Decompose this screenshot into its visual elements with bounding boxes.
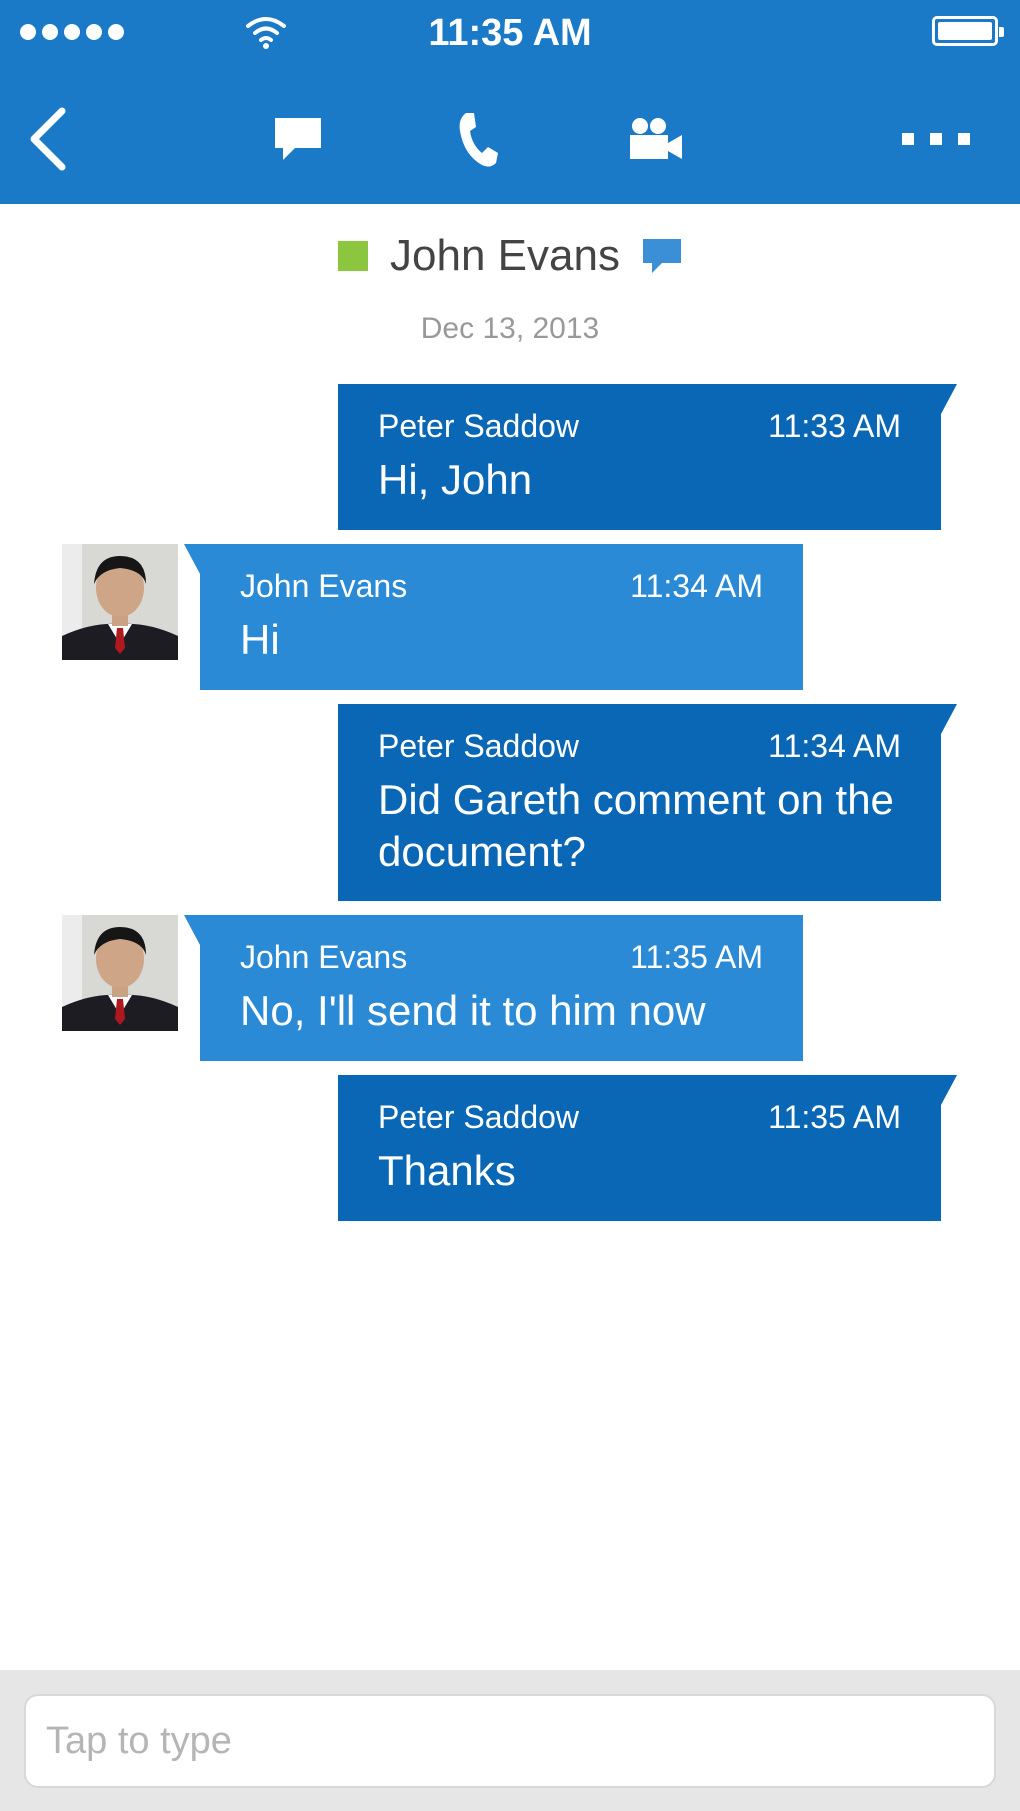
avatar[interactable] — [62, 915, 178, 1031]
message-time: 11:35 AM — [630, 939, 763, 975]
status-bar: 11:35 AM — [0, 0, 1020, 72]
conversation-header: John Evans — [0, 226, 1020, 286]
contact-name[interactable]: John Evans — [390, 231, 620, 281]
presence-indicator — [338, 241, 369, 271]
avatar-photo — [62, 544, 178, 660]
message-input[interactable] — [24, 1694, 996, 1788]
message-time: 11:34 AM — [768, 728, 901, 764]
avatar-photo — [62, 915, 178, 1031]
message-bubble-incoming[interactable]: John Evans 11:34 AM Hi — [184, 544, 803, 690]
message-text: Did Gareth comment on the document? — [378, 776, 894, 875]
call-button[interactable] — [448, 94, 508, 184]
conversation-toolbar — [0, 72, 1020, 204]
message-time: 11:33 AM — [768, 408, 901, 444]
video-camera-icon — [630, 118, 682, 159]
message-text: No, I'll send it to him now — [240, 987, 706, 1034]
chevron-left-icon — [30, 107, 66, 171]
avatar[interactable] — [62, 544, 178, 660]
message-text: Thanks — [378, 1147, 516, 1194]
message-bubble-outgoing[interactable]: Peter Saddow 11:33 AM Hi, John — [338, 384, 957, 530]
date-separator: Dec 13, 2013 — [420, 312, 600, 345]
chat-button[interactable] — [268, 94, 328, 184]
message-sender: John Evans — [240, 568, 408, 604]
message-time: 11:35 AM — [768, 1099, 901, 1135]
message-text: Hi — [240, 616, 280, 663]
message-text: Hi, John — [378, 456, 533, 503]
message-composer — [0, 1670, 1020, 1811]
message-sender: John Evans — [240, 939, 408, 975]
status-time: 11:35 AM — [428, 12, 592, 54]
message-sender: Peter Saddow — [378, 1099, 580, 1135]
battery-icon — [932, 16, 1004, 46]
message-bubble-outgoing[interactable]: Peter Saddow 11:35 AM Thanks — [338, 1075, 957, 1221]
message-sender: Peter Saddow — [378, 728, 580, 764]
message-sender: Peter Saddow — [378, 408, 580, 444]
phone-icon — [459, 113, 498, 167]
more-button[interactable] — [898, 94, 974, 184]
chat-bubble-icon — [275, 118, 321, 160]
more-dots-icon — [902, 133, 970, 145]
message-bubble-incoming[interactable]: John Evans 11:35 AM No, I'll send it to … — [184, 915, 803, 1061]
video-call-button[interactable] — [626, 94, 686, 184]
message-time: 11:34 AM — [630, 568, 763, 604]
back-button[interactable] — [18, 94, 78, 184]
message-bubble-outgoing[interactable]: Peter Saddow 11:34 AM Did Gareth comment… — [338, 704, 957, 901]
chat-bubble-icon — [642, 239, 681, 273]
